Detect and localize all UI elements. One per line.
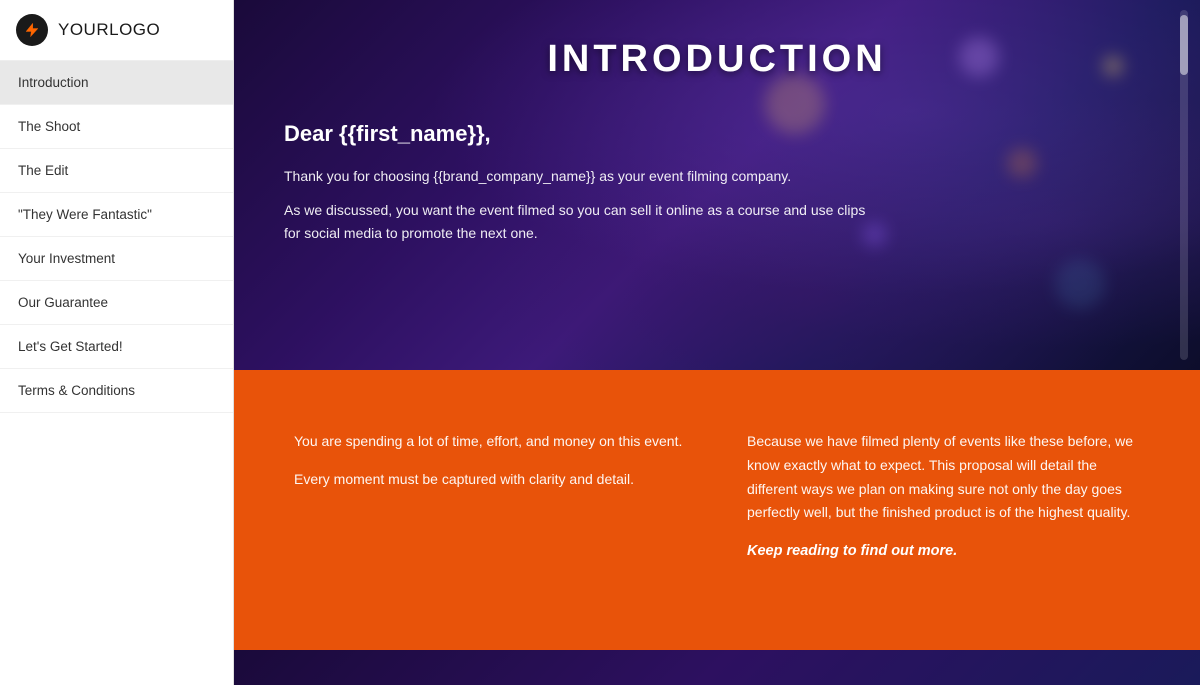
sidebar-item-lets-get-started[interactable]: Let's Get Started!: [0, 325, 233, 369]
orange-col-right: Because we have filmed plenty of events …: [747, 430, 1140, 578]
orange-col-left: You are spending a lot of time, effort, …: [294, 430, 687, 578]
orange-section: You are spending a lot of time, effort, …: [234, 370, 1200, 650]
sidebar-item-the-edit[interactable]: The Edit: [0, 149, 233, 193]
logo-text: YOURLOGO: [58, 20, 160, 40]
orange-col-left-para2: Every moment must be captured with clari…: [294, 468, 687, 492]
orange-columns: You are spending a lot of time, effort, …: [294, 430, 1140, 578]
bokeh-3: [1007, 148, 1037, 178]
sidebar: YOURLOGO Introduction The Shoot The Edit…: [0, 0, 234, 685]
hero-greeting: Dear {{first_name}},: [284, 121, 884, 147]
orange-col-left-para1: You are spending a lot of time, effort, …: [294, 430, 687, 454]
logo-regular: LOGO: [109, 20, 160, 39]
logo-bold: YOUR: [58, 20, 109, 39]
bokeh-5: [1055, 259, 1105, 309]
main-content: INTRODUCTION Dear {{first_name}}, Thank …: [234, 0, 1200, 685]
hero-body: Dear {{first_name}}, Thank you for choos…: [234, 81, 934, 286]
sidebar-item-our-guarantee[interactable]: Our Guarantee: [0, 281, 233, 325]
orange-col-right-cta: Keep reading to find out more.: [747, 539, 1140, 564]
footer-strip: [234, 650, 1200, 685]
sidebar-item-terms-conditions[interactable]: Terms & Conditions: [0, 369, 233, 413]
hero-para-1: Thank you for choosing {{brand_company_n…: [284, 165, 884, 187]
hero-title: INTRODUCTION: [234, 0, 1200, 81]
sidebar-item-they-were-fantastic[interactable]: "They Were Fantastic": [0, 193, 233, 237]
sidebar-item-introduction[interactable]: Introduction: [0, 61, 233, 105]
orange-col-right-para1: Because we have filmed plenty of events …: [747, 430, 1140, 525]
sidebar-item-the-shoot[interactable]: The Shoot: [0, 105, 233, 149]
hero-section: INTRODUCTION Dear {{first_name}}, Thank …: [234, 0, 1200, 370]
logo-icon: [16, 14, 48, 46]
hero-para-2: As we discussed, you want the event film…: [284, 199, 884, 244]
sidebar-item-your-investment[interactable]: Your Investment: [0, 237, 233, 281]
sidebar-nav: Introduction The Shoot The Edit "They We…: [0, 61, 233, 413]
logo-area: YOURLOGO: [0, 0, 233, 61]
